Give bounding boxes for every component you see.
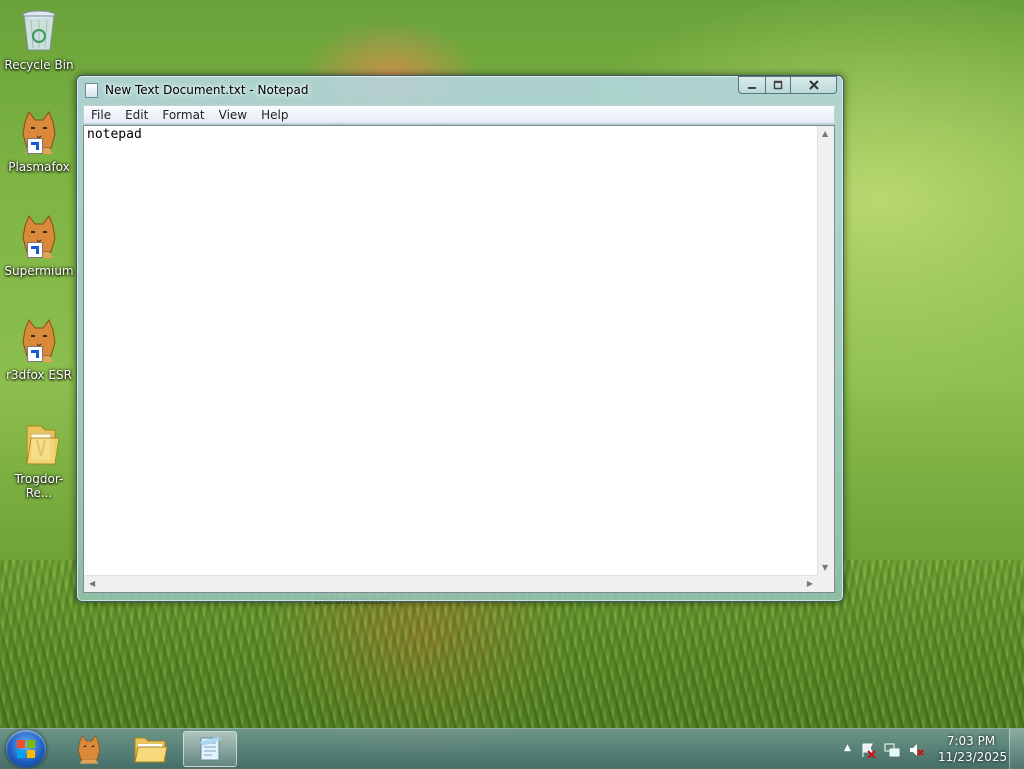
- notepad-window[interactable]: New Text Document.txt - Notepad File Edi…: [76, 75, 844, 602]
- taskbar-clock[interactable]: 7:03 PM 11/23/2025: [938, 733, 1008, 765]
- desktop-icon-label: r3dfox ESR: [6, 368, 72, 382]
- menu-edit[interactable]: Edit: [118, 108, 155, 122]
- cat-browser-icon: [15, 212, 63, 260]
- title-bar[interactable]: New Text Document.txt - Notepad: [77, 76, 843, 104]
- scroll-right-icon[interactable]: ▶: [807, 579, 813, 588]
- menu-bar: File Edit Format View Help: [83, 105, 835, 124]
- document-text[interactable]: notepad: [87, 127, 817, 142]
- minimize-button[interactable]: [738, 76, 765, 94]
- menu-file[interactable]: File: [84, 108, 118, 122]
- folder-icon: [134, 737, 167, 763]
- clock-date: 11/23/2025: [938, 750, 1008, 764]
- folder-icon: [15, 420, 63, 468]
- scroll-down-icon[interactable]: ▼: [822, 563, 828, 572]
- desktop-icon-r3dfox[interactable]: r3dfox ESR: [4, 316, 74, 382]
- system-tray: ▲ 7:03 PM 11/23/2025: [844, 729, 1024, 769]
- desktop-icon-recycle-bin[interactable]: Recycle Bin: [4, 6, 74, 72]
- desktop-icon-label: Plasmafox: [8, 160, 70, 174]
- maximize-button[interactable]: [765, 76, 791, 94]
- shortcut-arrow-icon: [27, 138, 43, 154]
- windows-logo-icon: [17, 740, 35, 758]
- notepad-icon: [199, 736, 221, 761]
- network-icon[interactable]: [884, 742, 900, 758]
- desktop-icon-supermium[interactable]: Supermium: [4, 212, 74, 278]
- taskbar-plasmafox[interactable]: [62, 731, 116, 767]
- taskbar-file-explorer[interactable]: [123, 731, 177, 767]
- taskbar-notepad[interactable]: [183, 731, 237, 767]
- menu-view[interactable]: View: [212, 108, 254, 122]
- desktop-icon-label: Supermium: [4, 264, 74, 278]
- menu-format[interactable]: Format: [155, 108, 211, 122]
- close-icon: [808, 80, 819, 90]
- desktop-icon-label: Recycle Bin: [4, 58, 74, 72]
- show-desktop-button[interactable]: [1009, 729, 1024, 769]
- desktop-icon-label: Trogdor-Re...: [14, 472, 64, 500]
- window-controls: [738, 76, 837, 95]
- shortcut-arrow-icon: [27, 242, 43, 258]
- menu-help[interactable]: Help: [254, 108, 295, 122]
- window-title: New Text Document.txt - Notepad: [105, 83, 309, 97]
- horizontal-scrollbar[interactable]: ◀ ▶: [84, 575, 818, 592]
- maximize-icon: [773, 80, 783, 90]
- desktop-icon-plasmafox[interactable]: Plasmafox: [4, 108, 74, 174]
- show-hidden-icons-chevron-icon[interactable]: ▲: [844, 743, 860, 759]
- cat-browser-icon: [15, 316, 63, 364]
- taskbar: ▲ 7:03 PM 11/23/2025: [0, 728, 1024, 769]
- vertical-scrollbar[interactable]: ▲ ▼: [817, 126, 834, 575]
- action-center-flag-icon[interactable]: [860, 742, 876, 758]
- text-editor[interactable]: notepad ▲ ▼ ◀ ▶: [83, 125, 835, 593]
- notepad-icon: [85, 83, 98, 98]
- start-button[interactable]: [6, 730, 46, 768]
- volume-muted-icon[interactable]: [908, 742, 924, 758]
- minimize-icon: [748, 87, 756, 89]
- recycle-bin-icon: [15, 6, 63, 54]
- cat-browser-icon: [15, 108, 63, 156]
- scroll-left-icon[interactable]: ◀: [89, 579, 95, 588]
- shortcut-arrow-icon: [27, 346, 43, 362]
- clock-time: 7:03 PM: [946, 734, 996, 748]
- cat-browser-icon: [77, 734, 101, 764]
- scrollbar-corner: [817, 575, 834, 592]
- desktop-icon-trogdor-folder[interactable]: Trogdor-Re...: [4, 420, 74, 500]
- close-button[interactable]: [791, 76, 837, 94]
- scroll-up-icon[interactable]: ▲: [822, 129, 828, 138]
